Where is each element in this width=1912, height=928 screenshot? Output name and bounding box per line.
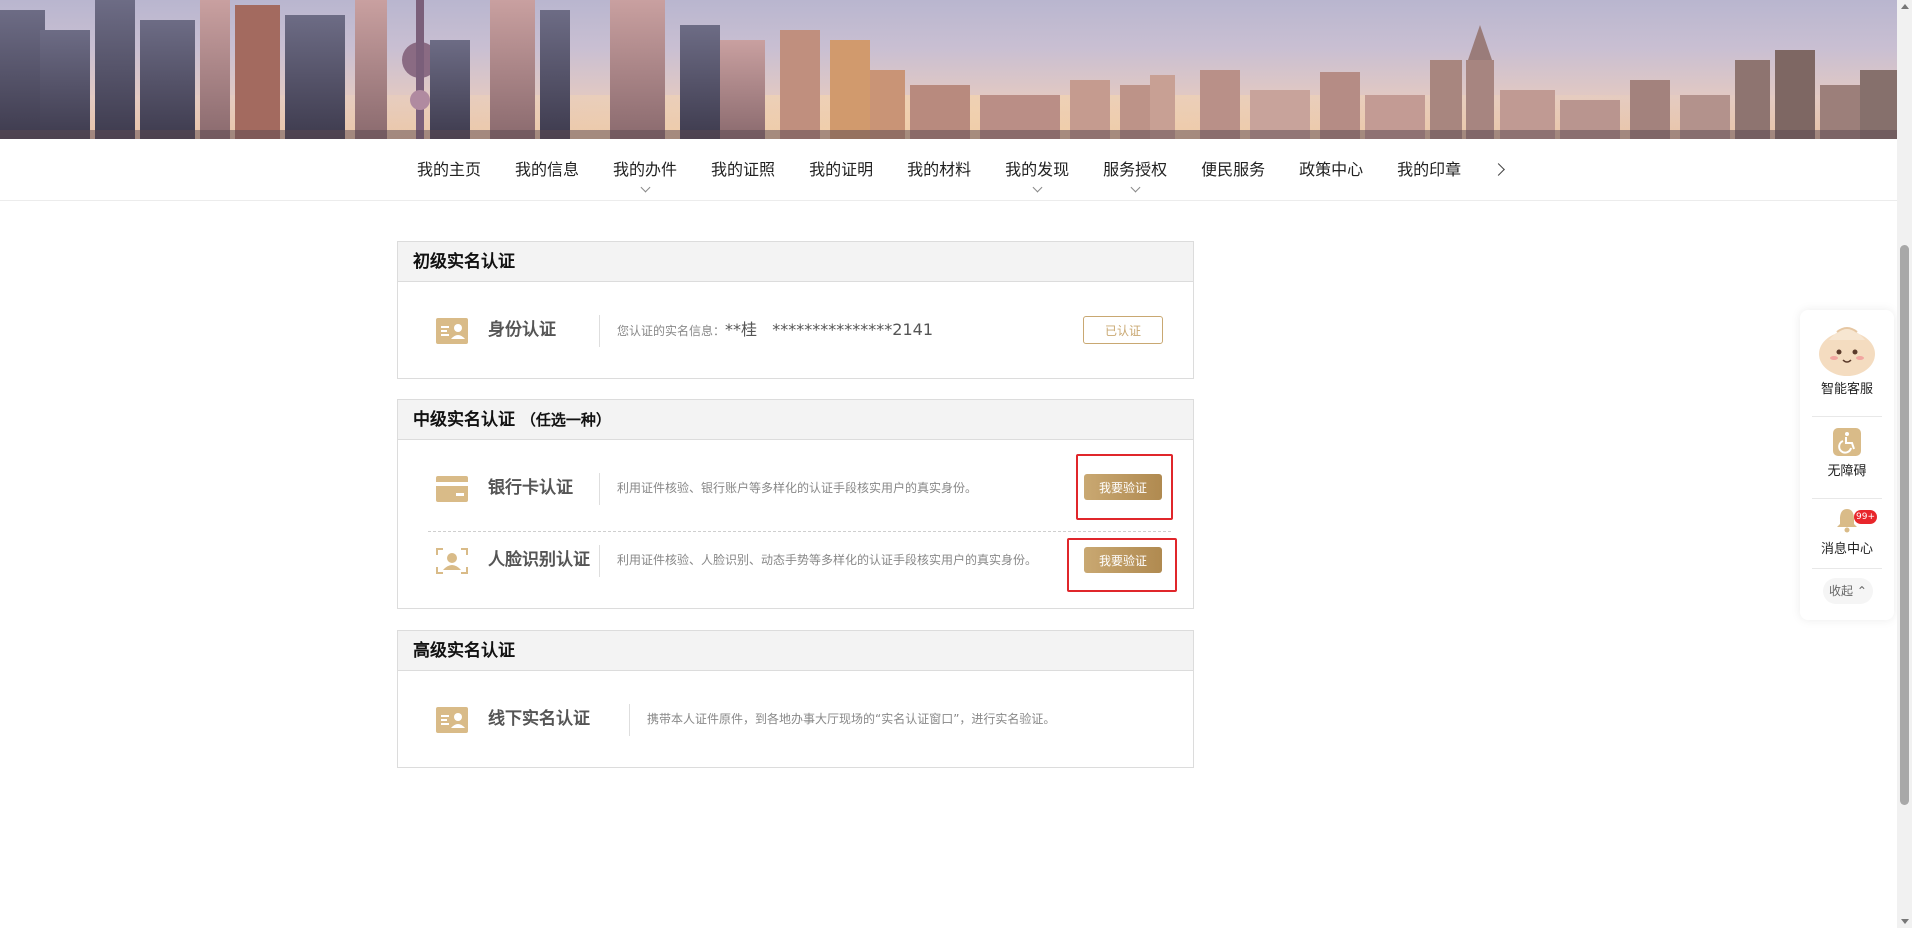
intermediate-title-text: 中级实名认证 (413, 410, 515, 430)
accessibility-button[interactable]: 无障碍 (1800, 428, 1894, 488)
nav-item-label: 我的证明 (809, 160, 874, 179)
nav-item-label: 我的印章 (1397, 160, 1462, 179)
message-center-button[interactable]: 99+ 消息中心 (1800, 506, 1894, 568)
identity-info-prefix: 您认证的实名信息： (617, 324, 726, 338)
identity-id-number: ***************2141 (772, 320, 934, 339)
message-count-badge: 99+ (1854, 510, 1877, 524)
nav-item-label: 我的证照 (711, 160, 776, 179)
face-verify-button[interactable]: 我要验证 (1084, 547, 1162, 573)
identity-auth-label: 身份认证 (488, 320, 556, 340)
nav-item-discover[interactable]: 我的发现 (988, 139, 1086, 201)
face-scan-icon (436, 548, 468, 574)
bank-card-auth-desc: 利用证件核验、银行账户等多样化的认证手段核实用户的真实身份。 (617, 481, 978, 495)
nav-item-services[interactable]: 便民服务 (1184, 139, 1282, 201)
face-auth-row: 人脸识别认证 利用证件核验、人脸识别、动态手势等多样化的认证手段核实用户的真实身… (398, 524, 1193, 596)
divider (1812, 568, 1882, 569)
id-card-icon (436, 318, 468, 344)
bank-card-auth-row: 银行卡认证 利用证件核验、银行账户等多样化的认证手段核实用户的真实身份。 我要验… (398, 452, 1193, 524)
nav-item-info[interactable]: 我的信息 (498, 139, 596, 201)
nav-item-certificates[interactable]: 我的证明 (792, 139, 890, 201)
face-auth-label: 人脸识别认证 (488, 550, 590, 570)
verified-button[interactable]: 已认证 (1083, 316, 1163, 344)
intermediate-subtitle: （任选一种） (520, 411, 611, 429)
identity-auth-row: 身份认证 您认证的实名信息：**桂 ***************2141 已认… (398, 294, 1193, 366)
collapse-label: 收起 (1829, 584, 1854, 598)
chevron-down-icon (1032, 182, 1043, 193)
divider (1812, 416, 1882, 417)
bank-card-icon (436, 476, 468, 502)
scroll-down-arrow-icon[interactable] (1901, 919, 1909, 924)
divider (599, 315, 600, 347)
nav-item-seals[interactable]: 我的印章 (1380, 139, 1478, 201)
chevron-up-icon: ⌃ (1856, 584, 1867, 598)
assistant-label: 智能客服 (1820, 382, 1873, 397)
offline-auth-row: 线下实名认证 携带本人证件原件，到各地办事大厅现场的“实名认证窗口”，进行实名验… (398, 683, 1193, 755)
nav-item-materials[interactable]: 我的材料 (890, 139, 988, 201)
primary-auth-title: 初级实名认证 (398, 242, 1193, 282)
page-scrollbar[interactable] (1897, 0, 1912, 928)
bank-card-auth-label: 银行卡认证 (488, 478, 573, 498)
wheelchair-icon (1833, 428, 1861, 456)
floating-service-panel: 智能客服 无障碍 99+ 消息中心 收起 ⌃ (1800, 310, 1894, 620)
intermediate-auth-title: 中级实名认证 （任选一种） (398, 400, 1193, 440)
chevron-right-icon[interactable] (1491, 161, 1509, 179)
nav-item-label: 我的材料 (907, 160, 972, 179)
divider (599, 473, 600, 505)
nav-item-licenses[interactable]: 我的证照 (694, 139, 792, 201)
offline-auth-desc: 携带本人证件原件，到各地办事大厅现场的“实名认证窗口”，进行实名验证。 (647, 712, 1056, 726)
city-skyline-image (0, 0, 1897, 139)
nav-item-home[interactable]: 我的主页 (400, 139, 498, 201)
offline-auth-label: 线下实名认证 (488, 709, 590, 729)
identity-name: **桂 (725, 320, 758, 339)
header-banner (0, 0, 1897, 139)
nav-item-policy[interactable]: 政策中心 (1282, 139, 1380, 201)
message-center-label: 消息中心 (1820, 542, 1873, 557)
divider (1812, 498, 1882, 499)
nav-item-label: 我的主页 (417, 160, 482, 179)
main-nav: 我的主页 我的信息 我的办件 我的证照 我的证明 我的材料 我的发现 服务授权 … (0, 139, 1897, 201)
smart-assistant-button[interactable]: 智能客服 (1800, 318, 1894, 398)
advanced-auth-card: 高级实名认证 线下实名认证 携带本人证件原件，到各地办事大厅现场的“实名认证窗口… (397, 630, 1194, 768)
divider (599, 545, 600, 577)
primary-auth-card: 初级实名认证 身份认证 您认证的实名信息：**桂 ***************… (397, 241, 1194, 379)
face-auth-desc: 利用证件核验、人脸识别、动态手势等多样化的认证手段核实用户的真实身份。 (617, 553, 1038, 567)
nav-item-label: 政策中心 (1299, 160, 1364, 179)
identity-info: 您认证的实名信息：**桂 ***************2141 (617, 294, 933, 366)
nav-item-cases[interactable]: 我的办件 (596, 139, 694, 201)
nav-item-label: 服务授权 (1103, 160, 1168, 179)
chevron-down-icon (1130, 182, 1141, 193)
intermediate-auth-card: 中级实名认证 （任选一种） 银行卡认证 利用证件核验、银行账户等多样化的认证手段… (397, 399, 1194, 609)
chevron-down-icon (640, 182, 651, 193)
assistant-mascot-icon (1819, 327, 1875, 376)
nav-item-authorization[interactable]: 服务授权 (1086, 139, 1184, 201)
scrollbar-thumb[interactable] (1900, 245, 1909, 805)
advanced-auth-title: 高级实名认证 (398, 631, 1193, 671)
scroll-up-arrow-icon[interactable] (1901, 4, 1909, 9)
nav-item-label: 我的信息 (515, 160, 580, 179)
nav-item-label: 我的发现 (1005, 160, 1070, 179)
nav-items: 我的主页 我的信息 我的办件 我的证照 我的证明 我的材料 我的发现 服务授权 … (400, 139, 1478, 201)
divider (629, 704, 630, 736)
accessibility-label: 无障碍 (1827, 464, 1867, 479)
id-card-icon (436, 707, 468, 733)
nav-item-label: 我的办件 (613, 160, 678, 179)
collapse-button[interactable]: 收起 ⌃ (1823, 578, 1873, 604)
nav-item-label: 便民服务 (1201, 160, 1266, 179)
bank-card-verify-button[interactable]: 我要验证 (1084, 474, 1162, 500)
